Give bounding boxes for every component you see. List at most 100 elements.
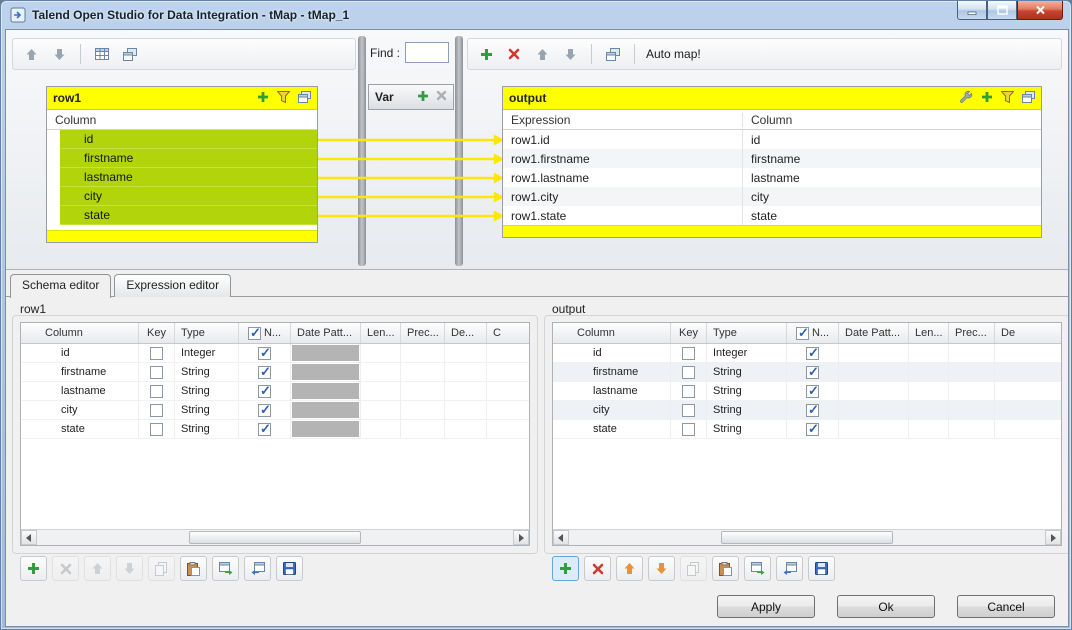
column-cell[interactable]: lastname — [21, 382, 139, 400]
type-cell[interactable]: String — [175, 382, 239, 400]
column-cell[interactable]: firstname — [21, 363, 139, 381]
input-row[interactable]: city — [60, 187, 317, 206]
nullable-checkbox[interactable] — [258, 404, 271, 417]
maximize-button[interactable] — [987, 1, 1017, 20]
schema-row[interactable]: firstname String — [21, 363, 529, 382]
length-cell[interactable] — [909, 420, 949, 438]
key-checkbox[interactable] — [682, 347, 695, 360]
precision-cell[interactable] — [949, 382, 995, 400]
output-expression-cell[interactable]: row1.city — [503, 187, 743, 206]
date-pattern-cell[interactable] — [839, 382, 909, 400]
output-row[interactable]: row1.id id — [503, 130, 1041, 149]
type-cell[interactable]: String — [707, 382, 787, 400]
header-date-pattern[interactable]: Date Patt... — [291, 323, 361, 343]
key-checkbox[interactable] — [682, 423, 695, 436]
key-cell[interactable] — [671, 363, 707, 381]
nullable-checkbox[interactable] — [806, 366, 819, 379]
copy-button[interactable] — [148, 556, 175, 581]
header-default[interactable]: De... — [445, 323, 487, 343]
schema-row[interactable]: state String — [21, 420, 529, 439]
type-cell[interactable]: String — [707, 420, 787, 438]
ok-button[interactable]: Ok — [837, 595, 935, 618]
precision-cell[interactable] — [401, 363, 445, 381]
key-checkbox[interactable] — [150, 385, 163, 398]
header-comment[interactable]: C — [487, 323, 529, 343]
nullable-checkbox[interactable] — [258, 347, 271, 360]
length-cell[interactable] — [909, 382, 949, 400]
horizontal-scrollbar[interactable] — [553, 529, 1061, 545]
comment-cell[interactable] — [487, 344, 529, 362]
precision-cell[interactable] — [401, 382, 445, 400]
column-cell[interactable]: city — [21, 401, 139, 419]
date-pattern-cell[interactable] — [839, 401, 909, 419]
length-cell[interactable] — [361, 420, 401, 438]
nullable-checkbox[interactable] — [806, 347, 819, 360]
key-cell[interactable] — [139, 401, 175, 419]
scrollbar-thumb[interactable] — [721, 531, 893, 544]
output-column-cell[interactable]: lastname — [743, 168, 1041, 187]
key-cell[interactable] — [671, 420, 707, 438]
key-cell[interactable] — [139, 344, 175, 362]
auto-map-button[interactable]: Auto map! — [644, 47, 701, 61]
column-cell[interactable]: city — [553, 401, 671, 419]
save-schema-button[interactable] — [808, 556, 835, 581]
add-output-icon[interactable] — [474, 42, 498, 66]
column-cell[interactable]: firstname — [553, 363, 671, 381]
key-checkbox[interactable] — [682, 366, 695, 379]
paste-button[interactable] — [180, 556, 207, 581]
move-output-down-icon[interactable] — [558, 42, 582, 66]
move-up-button[interactable] — [616, 556, 643, 581]
header-key[interactable]: Key — [671, 323, 707, 343]
input-row[interactable]: state — [60, 206, 317, 225]
header-date-pattern[interactable]: Date Patt... — [839, 323, 909, 343]
header-precision[interactable]: Prec... — [401, 323, 445, 343]
schema-row[interactable]: city String — [553, 401, 1061, 420]
remove-var-icon[interactable] — [436, 90, 447, 104]
scrollbar-thumb[interactable] — [189, 531, 361, 544]
precision-cell[interactable] — [949, 420, 995, 438]
paste-button[interactable] — [712, 556, 739, 581]
precision-cell[interactable] — [401, 401, 445, 419]
delete-column-button[interactable] — [584, 556, 611, 581]
column-cell[interactable]: state — [553, 420, 671, 438]
schema-row[interactable]: state String — [553, 420, 1061, 439]
nullable-checkbox[interactable] — [258, 366, 271, 379]
output-expression-cell[interactable]: row1.state — [503, 206, 743, 225]
nullable-checkbox[interactable] — [258, 423, 271, 436]
output-column-cell[interactable]: firstname — [743, 149, 1041, 168]
nullable-cell[interactable] — [239, 401, 291, 419]
default-cell[interactable] — [445, 382, 487, 400]
restore-windows-icon[interactable] — [601, 42, 625, 66]
default-cell[interactable] — [445, 344, 487, 362]
precision-cell[interactable] — [949, 344, 995, 362]
import-schema-button[interactable] — [744, 556, 771, 581]
input-row[interactable]: lastname — [60, 168, 317, 187]
precision-cell[interactable] — [401, 420, 445, 438]
output-row[interactable]: row1.state state — [503, 206, 1041, 225]
key-checkbox[interactable] — [150, 366, 163, 379]
precision-cell[interactable] — [949, 363, 995, 381]
minimize-button[interactable] — [957, 1, 987, 20]
key-checkbox[interactable] — [150, 423, 163, 436]
copy-button[interactable] — [680, 556, 707, 581]
type-cell[interactable]: String — [175, 363, 239, 381]
type-cell[interactable]: Integer — [175, 344, 239, 362]
header-column[interactable]: Column — [553, 323, 671, 343]
schema-row[interactable]: id Integer — [553, 344, 1061, 363]
key-checkbox[interactable] — [682, 404, 695, 417]
default-cell[interactable] — [995, 344, 1061, 362]
wrench-icon[interactable] — [959, 90, 973, 107]
nullable-checkbox[interactable] — [806, 404, 819, 417]
nullable-cell[interactable] — [239, 420, 291, 438]
output-expression-cell[interactable]: row1.id — [503, 130, 743, 149]
export-schema-button[interactable] — [244, 556, 271, 581]
key-checkbox[interactable] — [150, 404, 163, 417]
schema-row[interactable]: city String — [21, 401, 529, 420]
nullable-cell[interactable] — [787, 420, 839, 438]
header-length[interactable]: Len... — [909, 323, 949, 343]
move-up-icon[interactable] — [19, 42, 43, 66]
output-table-header[interactable]: output — [503, 87, 1041, 110]
minimize-table-icon[interactable] — [1022, 91, 1035, 106]
tab-schema-editor[interactable]: Schema editor — [10, 274, 111, 298]
nullable-checkbox[interactable] — [806, 423, 819, 436]
